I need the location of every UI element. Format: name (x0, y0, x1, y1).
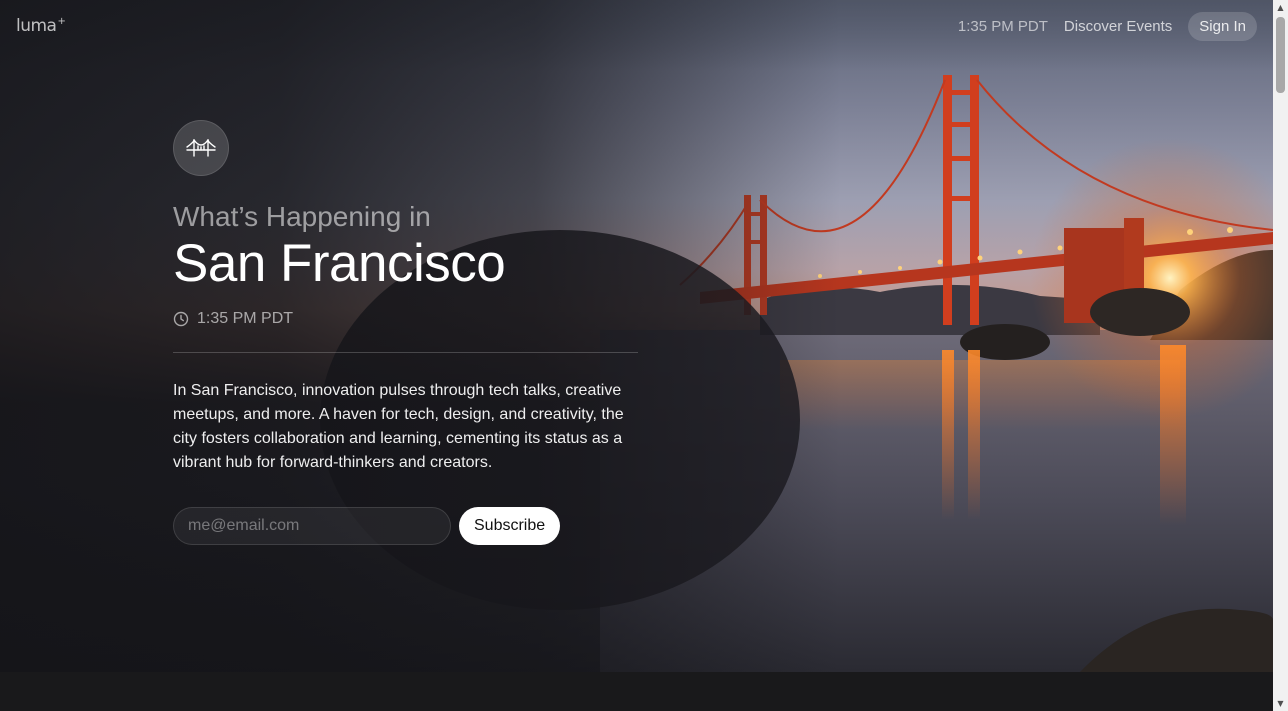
sign-in-button[interactable]: Sign In (1188, 12, 1257, 41)
scrollbar[interactable]: ▲ ▼ (1273, 0, 1288, 711)
nav-time: 1:35 PM PDT (957, 18, 1048, 35)
golden-gate-bridge-icon (173, 120, 229, 176)
scroll-thumb[interactable] (1276, 17, 1285, 93)
page: luma+ 1:35 PM PDT Discover Events Sign I… (0, 0, 1288, 711)
discover-events-link[interactable]: Discover Events (1064, 18, 1172, 35)
city-header: What’s Happening in San Francisco 1:35 P… (173, 120, 638, 545)
scroll-up-arrow-icon[interactable]: ▲ (1273, 0, 1288, 15)
logo-mark: + (57, 16, 66, 28)
luma-logo[interactable]: luma+ (16, 16, 66, 36)
local-time-text: 1:35 PM PDT (197, 310, 294, 327)
divider (173, 352, 638, 353)
page-title: San Francisco (173, 234, 506, 293)
scroll-down-arrow-icon[interactable]: ▼ (1273, 696, 1288, 711)
logo-text: luma (16, 16, 57, 36)
clock-icon (173, 311, 189, 327)
page-subtitle: What’s Happening in (173, 201, 431, 232)
top-nav: 1:35 PM PDT Discover Events Sign In (958, 12, 1257, 41)
local-time: 1:35 PM PDT (173, 310, 638, 328)
subscribe-button[interactable]: Subscribe (459, 507, 561, 545)
email-input[interactable] (173, 507, 451, 545)
city-description: In San Francisco, innovation pulses thro… (173, 382, 624, 471)
subscribe-form: Subscribe (173, 507, 638, 545)
